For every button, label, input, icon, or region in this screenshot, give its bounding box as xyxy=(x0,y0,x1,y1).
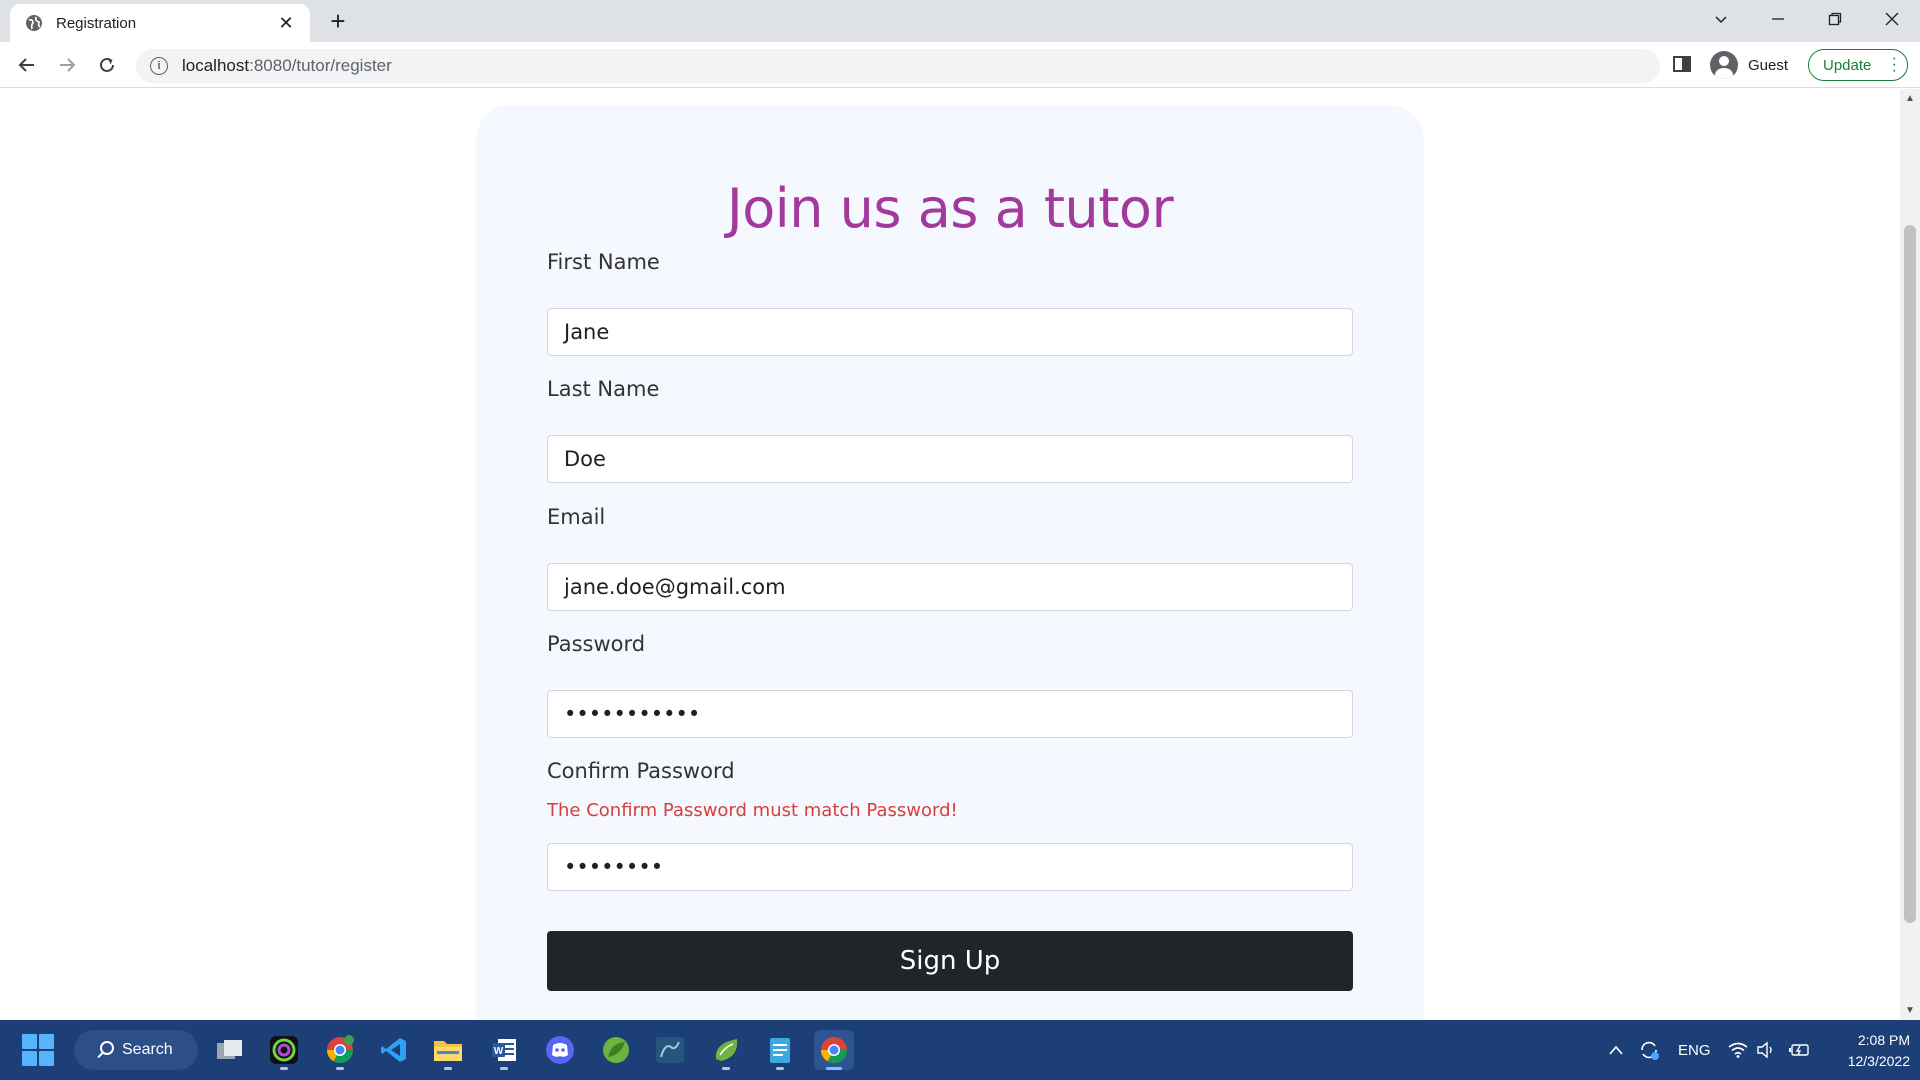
globe-icon xyxy=(24,13,44,33)
email-label: Email xyxy=(547,505,606,529)
profile-name: Guest xyxy=(1748,56,1789,74)
word-icon[interactable]: W xyxy=(484,1030,524,1070)
taskbar: Search W ENG 2:08 PM 12/3/2022 xyxy=(0,1020,1920,1080)
close-tab-icon[interactable]: ✕ xyxy=(276,13,296,34)
reload-icon[interactable] xyxy=(92,50,122,80)
close-window-icon[interactable] xyxy=(1863,0,1920,38)
running-indicator xyxy=(336,1067,344,1070)
restore-icon[interactable] xyxy=(1806,0,1863,38)
svg-text:W: W xyxy=(494,1046,504,1057)
discord-icon[interactable] xyxy=(540,1030,580,1070)
search-icon xyxy=(100,1041,114,1055)
update-button[interactable]: Update · · · xyxy=(1808,49,1908,81)
tab-strip: Registration ✕ + xyxy=(0,0,1920,42)
clock-date: 12/3/2022 xyxy=(1847,1053,1910,1069)
last-name-input[interactable]: Doe xyxy=(547,435,1353,483)
back-icon[interactable] xyxy=(12,50,42,80)
forward-icon[interactable] xyxy=(52,50,82,80)
confirm-password-label: Confirm Password xyxy=(547,759,735,783)
scrollbar-thumb[interactable] xyxy=(1904,225,1916,923)
file-explorer-icon[interactable] xyxy=(428,1030,468,1070)
page-scrollbar[interactable]: ▲ ▼ xyxy=(1900,89,1920,1020)
info-icon[interactable]: i xyxy=(150,57,168,75)
scroll-up-icon[interactable]: ▲ xyxy=(1900,93,1920,104)
taskbar-search-label: Search xyxy=(122,1041,173,1058)
windows-start-icon[interactable] xyxy=(22,1034,54,1066)
page-viewport: Join us as a tutor First Name Jane Last … xyxy=(0,89,1900,1020)
url-path: :8080/tutor/register xyxy=(249,56,392,75)
last-name-label: Last Name xyxy=(547,377,660,401)
confirm-password-error: The Confirm Password must match Password… xyxy=(547,800,958,821)
tray-overflow-icon[interactable] xyxy=(1608,1020,1624,1080)
new-tab-button[interactable]: + xyxy=(322,6,354,38)
page-title: Join us as a tutor xyxy=(726,177,1174,240)
wifi-icon[interactable] xyxy=(1728,1020,1748,1080)
obs-icon[interactable] xyxy=(264,1030,304,1070)
window-controls xyxy=(1692,0,1920,42)
confirm-password-input[interactable]: •••••••• xyxy=(547,843,1353,891)
chrome-icon[interactable] xyxy=(814,1030,854,1070)
running-indicator xyxy=(500,1067,508,1070)
password-label: Password xyxy=(547,632,646,656)
running-indicator xyxy=(444,1067,452,1070)
first-name-input[interactable]: Jane xyxy=(547,308,1353,356)
spring-boot-icon[interactable] xyxy=(706,1030,746,1070)
address-bar[interactable]: i localhost:8080/tutor/register xyxy=(136,49,1660,83)
vscode-icon[interactable] xyxy=(374,1030,414,1070)
side-panel-icon[interactable] xyxy=(1672,54,1694,76)
tab-title: Registration xyxy=(56,14,137,32)
kebab-menu-icon[interactable]: · · · xyxy=(1892,51,1897,79)
taskbar-search[interactable]: Search xyxy=(74,1030,198,1070)
password-input[interactable]: ••••••••••• xyxy=(547,690,1353,738)
running-indicator xyxy=(280,1067,288,1070)
update-label: Update xyxy=(1823,56,1872,74)
running-indicator xyxy=(722,1067,730,1070)
tab-search-icon[interactable] xyxy=(1692,0,1749,38)
mysql-workbench-icon[interactable] xyxy=(650,1030,690,1070)
email-input[interactable]: jane.doe@gmail.com xyxy=(547,563,1353,611)
url-host: localhost xyxy=(182,56,250,75)
chrome-beta-icon[interactable] xyxy=(320,1030,360,1070)
clock-time: 2:08 PM xyxy=(1857,1032,1910,1048)
scroll-down-icon[interactable]: ▼ xyxy=(1900,1005,1920,1016)
volume-icon[interactable] xyxy=(1756,1020,1776,1080)
first-name-label: First Name xyxy=(547,250,660,274)
task-view-icon[interactable] xyxy=(210,1030,250,1070)
browser-toolbar: i localhost:8080/tutor/register Guest Up… xyxy=(0,42,1920,88)
language-indicator[interactable]: ENG xyxy=(1678,1020,1711,1080)
tab-registration[interactable]: Registration ✕ xyxy=(10,4,310,42)
notepad-icon[interactable] xyxy=(760,1030,800,1070)
spring-tool-icon[interactable] xyxy=(596,1030,636,1070)
avatar-icon xyxy=(1710,51,1738,79)
running-indicator xyxy=(776,1067,784,1070)
profile-button[interactable]: Guest xyxy=(1710,50,1788,80)
sync-icon[interactable] xyxy=(1638,1020,1660,1080)
sign-up-button[interactable]: Sign Up xyxy=(547,931,1353,991)
running-indicator xyxy=(826,1067,842,1070)
system-clock[interactable]: 2:08 PM 12/3/2022 xyxy=(1826,1030,1910,1072)
battery-icon[interactable] xyxy=(1788,1020,1810,1080)
minimize-icon[interactable] xyxy=(1749,0,1806,38)
registration-card: Join us as a tutor First Name Jane Last … xyxy=(476,105,1424,1020)
